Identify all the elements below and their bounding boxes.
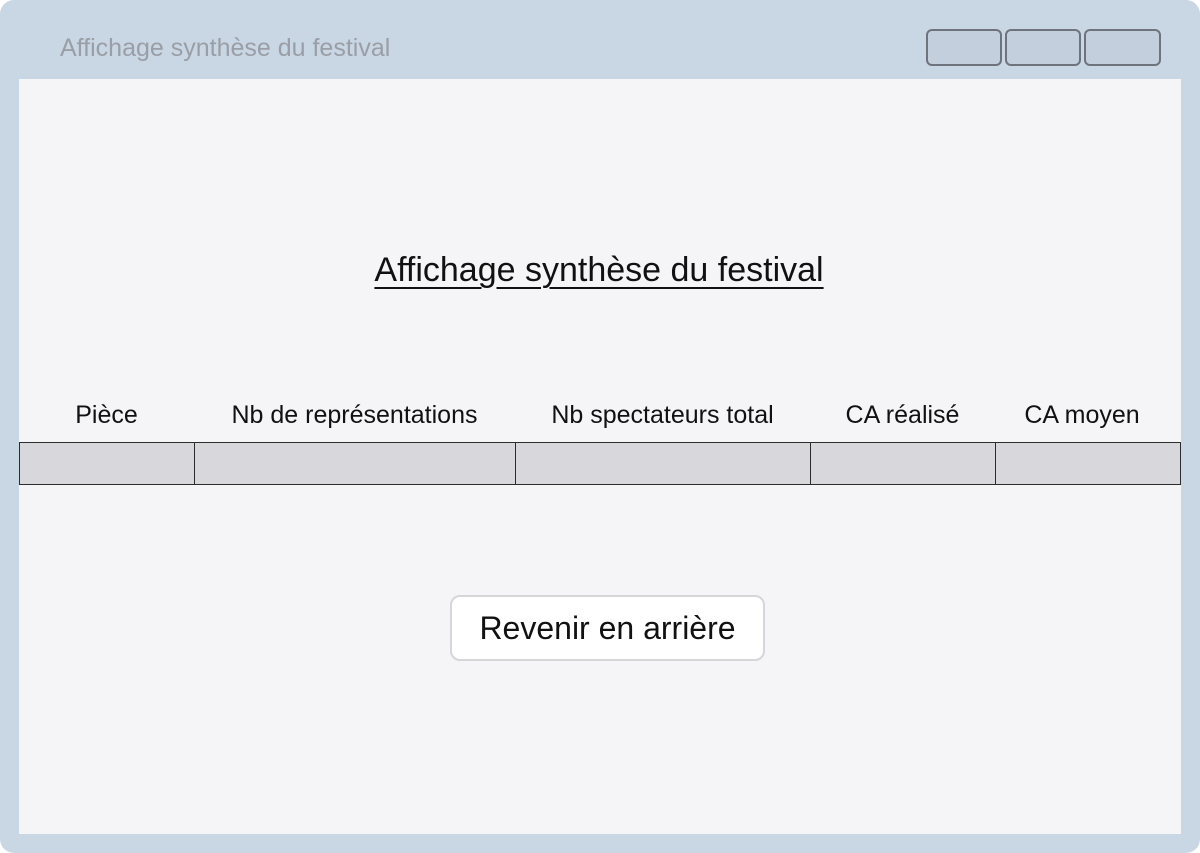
- app-window: Affichage synthèse du festival Affichage…: [0, 0, 1200, 853]
- page-title-text: Affichage synthèse du festival: [374, 251, 824, 289]
- table-cell-piece: [20, 443, 195, 484]
- table-cell-nb-representations: [195, 443, 516, 484]
- back-button[interactable]: Revenir en arrière: [450, 595, 765, 661]
- window-controls: [926, 29, 1161, 67]
- maximize-button[interactable]: [1005, 29, 1081, 66]
- column-header-nb-representations: Nb de représentations: [231, 401, 478, 429]
- table-row[interactable]: [19, 442, 1181, 485]
- table-header: Pièce Nb de représentations Nb spectateu…: [19, 397, 1181, 433]
- page-title: Affichage synthèse du festival: [19, 246, 1179, 294]
- minimize-button[interactable]: [926, 29, 1002, 66]
- table-cell-ca-moyen: [996, 443, 1180, 484]
- column-header-piece: Pièce: [75, 401, 138, 429]
- column-header-nb-spectateurs-total: Nb spectateurs total: [551, 401, 774, 429]
- main-content: Affichage synthèse du festival Pièce Nb …: [19, 79, 1181, 834]
- table-cell-nb-spectateurs-total: [516, 443, 811, 484]
- column-header-ca-moyen: CA moyen: [1024, 401, 1140, 429]
- close-button[interactable]: [1084, 29, 1161, 66]
- table-cell-ca-realise: [811, 443, 996, 484]
- column-header-ca-realise: CA réalisé: [845, 401, 960, 429]
- window-title: Affichage synthèse du festival: [60, 34, 391, 62]
